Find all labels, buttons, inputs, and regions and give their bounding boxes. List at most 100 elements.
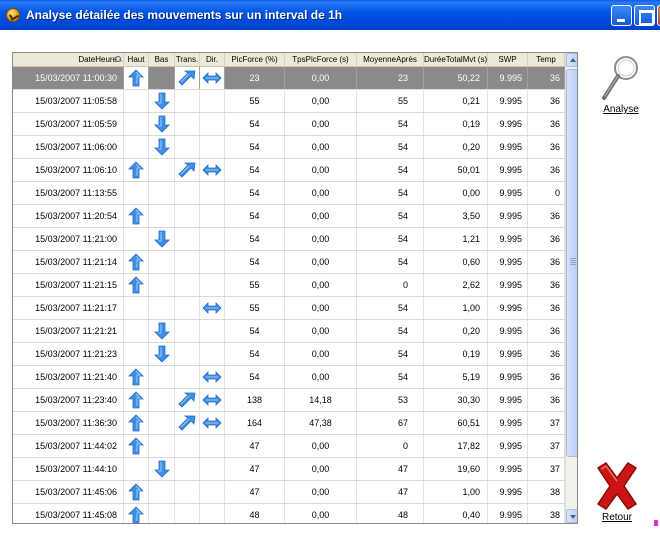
table-row[interactable]: 15/03/2007 11:20:54 54 0,00 54 3,50 9.995 36 [13, 205, 565, 228]
cell-bas [149, 113, 175, 135]
cell-bas [149, 504, 175, 523]
table-row[interactable]: 15/03/2007 11:06:00 54 0,00 54 0,20 9.995 36 [13, 136, 565, 159]
column-header-moyenneapres[interactable]: MoyenneAprès [357, 53, 424, 66]
table-row[interactable]: 15/03/2007 11:21:15 55 0,00 0 2,62 9.995 36 [13, 274, 565, 297]
column-header-trans[interactable]: Trans. [175, 53, 200, 66]
table-row[interactable]: 15/03/2007 11:45:06 47 0,00 47 1,00 9.995 38 [13, 481, 565, 504]
table-row[interactable]: 15/03/2007 11:21:14 54 0,00 54 0,60 9.995 36 [13, 251, 565, 274]
magnifier-icon[interactable] [599, 52, 643, 102]
cell-moyenneapres: 54 [357, 205, 424, 227]
cell-dureetotalmvt: 0,60 [424, 251, 488, 273]
column-header-bas[interactable]: Bas [149, 53, 175, 66]
cell-bas [149, 182, 175, 204]
cell-trans [175, 435, 200, 457]
column-header-dureetotalmvt[interactable]: DuréeTotalMvt (s) [424, 53, 488, 66]
red-cross-icon[interactable] [592, 460, 642, 512]
cell-tpspicforce: 0,00 [285, 251, 357, 273]
cell-trans [175, 274, 200, 296]
up-arrow-icon [128, 161, 144, 179]
search-sort-icon[interactable] [115, 56, 122, 63]
table-row[interactable]: 15/03/2007 11:23:40 138 14,18 53 30,30 9.995 3… [13, 389, 565, 412]
cell-temp: 36 [528, 251, 565, 273]
analyse-button[interactable]: Analyse [591, 52, 651, 115]
cell-picforce: 23 [225, 67, 285, 89]
cell-dateheure: 15/03/2007 11:21:21 [13, 320, 124, 342]
cell-moyenneapres: 67 [357, 412, 424, 434]
retour-label[interactable]: Retour [587, 512, 647, 523]
column-header-swp[interactable]: SWP [488, 53, 528, 66]
cell-temp: 36 [528, 159, 565, 181]
table-row[interactable]: 15/03/2007 11:45:08 48 0,00 48 0,40 9.995 38 [13, 504, 565, 523]
cell-trans [175, 67, 200, 89]
down-arrow-icon [153, 322, 170, 340]
up-arrow-icon [128, 506, 144, 523]
table-row[interactable]: 15/03/2007 11:36:30 164 47,38 67 60,51 9.995 3… [13, 412, 565, 435]
up-arrow-icon [128, 391, 144, 409]
cell-dureetotalmvt: 0,19 [424, 343, 488, 365]
app-icon [6, 8, 20, 22]
cell-moyenneapres: 0 [357, 435, 424, 457]
cell-dateheure: 15/03/2007 11:45:08 [13, 504, 124, 523]
title-bar: Analyse détailée des mouvements sur un i… [0, 0, 660, 30]
table-row[interactable]: 15/03/2007 11:06:10 54 0,00 54 50,01 9.995 36 [13, 159, 565, 182]
movements-grid[interactable]: DateHeure Haut Bas Trans. Dir. PicForce … [12, 52, 578, 524]
table-row[interactable]: 15/03/2007 11:05:58 55 0,00 55 0,21 9.995 36 [13, 90, 565, 113]
cell-moyenneapres: 54 [357, 297, 424, 319]
cell-trans [175, 389, 200, 411]
cell-temp: 36 [528, 90, 565, 112]
column-header-tpspicforce[interactable]: TpsPicForce (s) [285, 53, 357, 66]
cell-haut [124, 366, 149, 388]
maximize-button[interactable] [634, 5, 655, 26]
scroll-down-button[interactable] [566, 509, 577, 523]
column-header-dateheure[interactable]: DateHeure [13, 53, 124, 66]
table-row[interactable]: 15/03/2007 11:21:23 54 0,00 54 0,19 9.995 36 [13, 343, 565, 366]
scroll-up-button[interactable] [566, 53, 577, 67]
cell-temp: 36 [528, 67, 565, 89]
cell-swp: 9.995 [488, 67, 528, 89]
cell-bas [149, 251, 175, 273]
cell-haut [124, 274, 149, 296]
cell-bas [149, 435, 175, 457]
cell-bas [149, 481, 175, 503]
table-row[interactable]: 15/03/2007 11:21:40 54 0,00 54 5,19 9.995 36 [13, 366, 565, 389]
grid-header: DateHeure Haut Bas Trans. Dir. PicForce … [13, 53, 577, 67]
cell-dir [200, 113, 225, 135]
cell-dir [200, 274, 225, 296]
cell-dateheure: 15/03/2007 11:21:40 [13, 366, 124, 388]
scroll-thumb[interactable] [566, 69, 577, 457]
down-arrow-icon [153, 460, 170, 478]
cell-tpspicforce: 0,00 [285, 320, 357, 342]
table-row[interactable]: 15/03/2007 11:21:21 54 0,00 54 0,20 9.995 36 [13, 320, 565, 343]
cell-tpspicforce: 0,00 [285, 90, 357, 112]
cell-bas [149, 389, 175, 411]
table-row[interactable]: 15/03/2007 11:44:02 47 0,00 0 17,82 9.995 37 [13, 435, 565, 458]
table-row[interactable]: 15/03/2007 11:00:30 23 0,00 23 50,22 9.995 36 [13, 67, 565, 90]
column-header-dir[interactable]: Dir. [200, 53, 225, 66]
cell-dateheure: 15/03/2007 11:20:54 [13, 205, 124, 227]
cell-dureetotalmvt: 0,20 [424, 136, 488, 158]
column-header-temp[interactable]: Temp [528, 53, 565, 66]
table-row[interactable]: 15/03/2007 11:13:55 54 0,00 54 0,00 9.995 0 [13, 182, 565, 205]
vertical-scrollbar[interactable] [565, 53, 577, 523]
cell-dir [200, 458, 225, 480]
column-header-picforce[interactable]: PicForce (%) [225, 53, 285, 66]
analyse-label[interactable]: Analyse [591, 104, 651, 115]
cell-picforce: 54 [225, 366, 285, 388]
cell-dir [200, 182, 225, 204]
cell-trans [175, 458, 200, 480]
cell-bas [149, 67, 175, 89]
cell-picforce: 54 [225, 228, 285, 250]
minimize-button[interactable] [611, 5, 632, 26]
cell-dateheure: 15/03/2007 11:21:23 [13, 343, 124, 365]
cell-haut [124, 159, 149, 181]
column-header-haut[interactable]: Haut [124, 53, 149, 66]
table-row[interactable]: 15/03/2007 11:21:00 54 0,00 54 1,21 9.995 36 [13, 228, 565, 251]
table-row[interactable]: 15/03/2007 11:05:59 54 0,00 54 0,19 9.995 36 [13, 113, 565, 136]
cell-trans [175, 343, 200, 365]
table-row[interactable]: 15/03/2007 11:21:17 55 0,00 54 1,00 9.995 36 [13, 297, 565, 320]
cell-swp: 9.995 [488, 182, 528, 204]
retour-button[interactable]: Retour [587, 460, 647, 523]
cell-dir [200, 205, 225, 227]
table-row[interactable]: 15/03/2007 11:44:10 47 0,00 47 19,60 9.995 37 [13, 458, 565, 481]
cell-trans [175, 504, 200, 523]
